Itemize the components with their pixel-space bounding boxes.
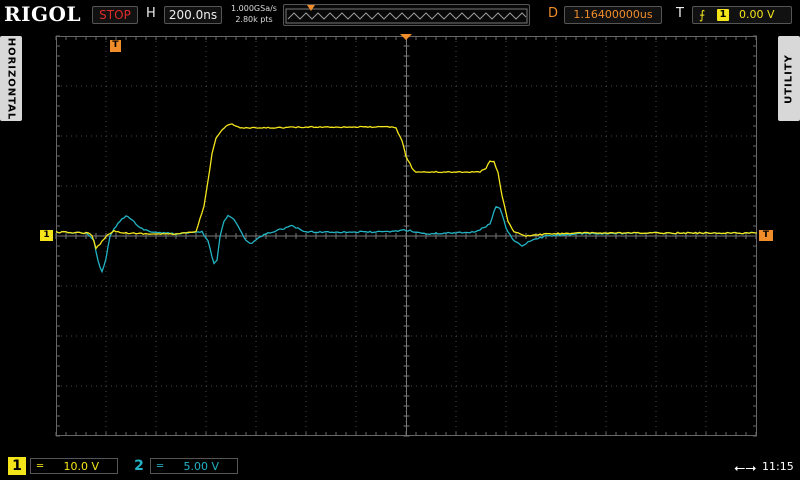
top-status-bar: RIGOL STOP H 200.0ns 1.000GSa/s 2.80k pt…: [0, 0, 800, 30]
horizontal-menu-tab[interactable]: HORIZONTAL: [0, 36, 22, 121]
channel-1-scale[interactable]: ═ 10.0 V: [30, 458, 118, 474]
rising-edge-icon: ⨍: [699, 8, 706, 22]
waveforms: [55, 34, 758, 274]
timebase-value[interactable]: 200.0ns: [164, 6, 222, 24]
trigger-position-marker[interactable]: T: [110, 40, 121, 52]
usb-icon: ⭠⭢: [734, 460, 757, 476]
trigger-source: 1: [717, 9, 729, 21]
clock: 11:15: [762, 460, 794, 473]
memory-overview-bar[interactable]: [283, 4, 530, 26]
channel-1-offset-marker[interactable]: 1: [40, 230, 53, 241]
channel-1-waveform: [55, 123, 758, 250]
channel-1-button[interactable]: 1: [8, 457, 26, 475]
memory-trigger-pointer: [307, 5, 315, 11]
channel-1-scale-value: 10.0 V: [63, 460, 99, 473]
channel-2-button[interactable]: 2: [130, 457, 148, 475]
memory-waveform-overview: [285, 5, 528, 24]
horizontal-delay-value[interactable]: 1.16400000us: [564, 6, 662, 24]
delay-label: D: [548, 6, 559, 21]
channel-2-scale[interactable]: ═ 5.00 V: [150, 458, 238, 474]
dc-coupling-icon: ═: [37, 461, 44, 472]
sample-rate: 1.000GSa/s: [231, 4, 277, 13]
horizontal-tab-label: HORIZONTAL: [5, 37, 17, 120]
trigger-level-marker[interactable]: T: [759, 230, 773, 241]
trigger-time-pointer: [400, 34, 412, 40]
run-stop-status[interactable]: STOP: [92, 6, 138, 24]
trigger-level-value: 0.00 V: [739, 8, 775, 21]
waveform-display[interactable]: [55, 34, 758, 437]
memory-depth: 2.80k pts: [235, 15, 273, 24]
channel-2-waveform: [55, 206, 758, 274]
bottom-status-bar: 1 ═ 10.0 V 2 ═ 5.00 V ⭠⭢ 11:15: [0, 453, 800, 480]
dc-coupling-icon: ═: [157, 461, 164, 472]
channel-2-scale-value: 5.00 V: [183, 460, 219, 473]
brand-logo: RIGOL: [4, 2, 82, 26]
timebase-label: H: [146, 6, 156, 21]
acquisition-info: 1.000GSa/s 2.80k pts: [228, 3, 280, 25]
utility-menu-tab[interactable]: UTILITY: [778, 36, 800, 121]
trigger-label: T: [676, 6, 684, 21]
utility-tab-label: UTILITY: [783, 53, 795, 104]
trigger-settings[interactable]: ⨍ 1 0.00 V: [692, 6, 792, 24]
